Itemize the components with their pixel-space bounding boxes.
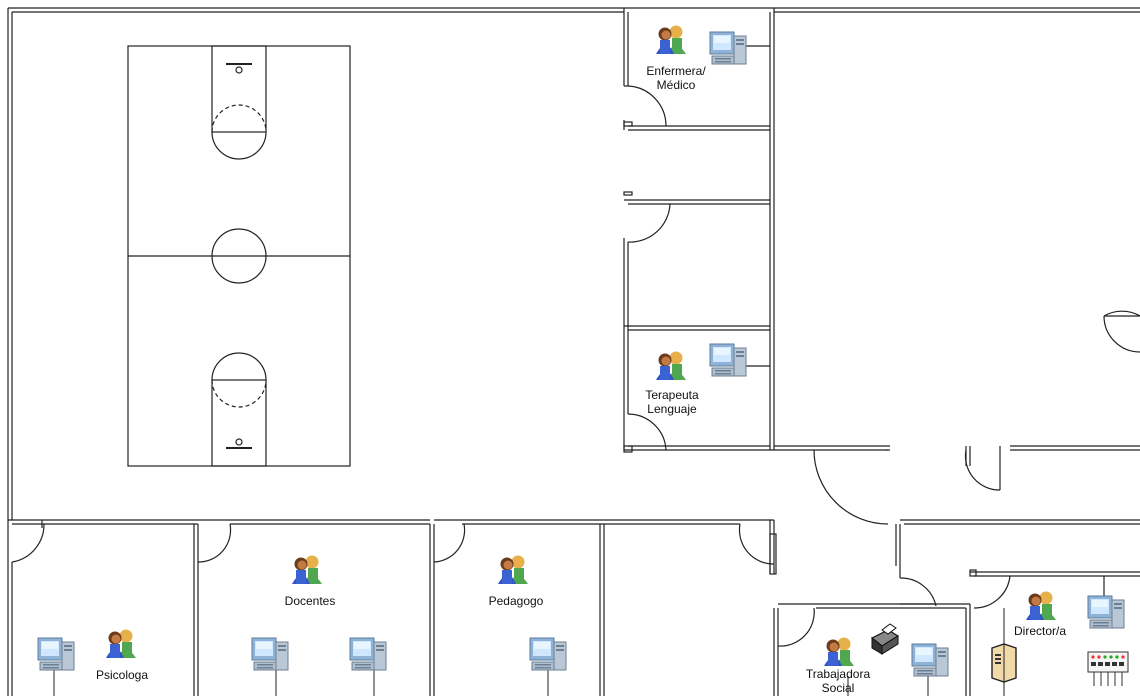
floor-plan: Enfermera/ Médico Terapeuta Lenguaje Doc…: [0, 0, 1140, 696]
computer-icon: [911, 643, 949, 677]
computer-icon: [709, 31, 747, 65]
people-icon: [656, 351, 686, 380]
people-icon: [1026, 591, 1056, 620]
floor-plan-drawing: [7, 7, 1140, 696]
network-switch-icon: [1087, 651, 1129, 687]
people-icon: [106, 629, 136, 658]
room-label-pedagogue: Pedagogo: [488, 594, 544, 608]
basketball-court: [127, 45, 351, 467]
room-label-psychologist: Psicologa: [95, 668, 149, 682]
computer-icon: [251, 637, 289, 671]
server-icon: [991, 643, 1017, 683]
computer-icon: [709, 343, 747, 377]
people-icon: [498, 555, 528, 584]
room-label-nurse: Enfermera/ Médico: [646, 64, 706, 92]
people-icon: [656, 25, 686, 54]
computer-icon: [529, 637, 567, 671]
computer-icon: [1087, 595, 1125, 629]
printer-icon: [871, 623, 899, 655]
computer-icon: [37, 637, 75, 671]
computer-icon: [349, 637, 387, 671]
room-label-director: Director/a: [1013, 624, 1067, 638]
people-icon: [292, 555, 322, 584]
room-label-teachers: Docentes: [284, 594, 336, 608]
people-icon: [824, 637, 854, 666]
room-label-social-worker: Trabajadora Social: [805, 667, 871, 695]
room-label-speech-therapy: Terapeuta Lenguaje: [645, 388, 699, 416]
